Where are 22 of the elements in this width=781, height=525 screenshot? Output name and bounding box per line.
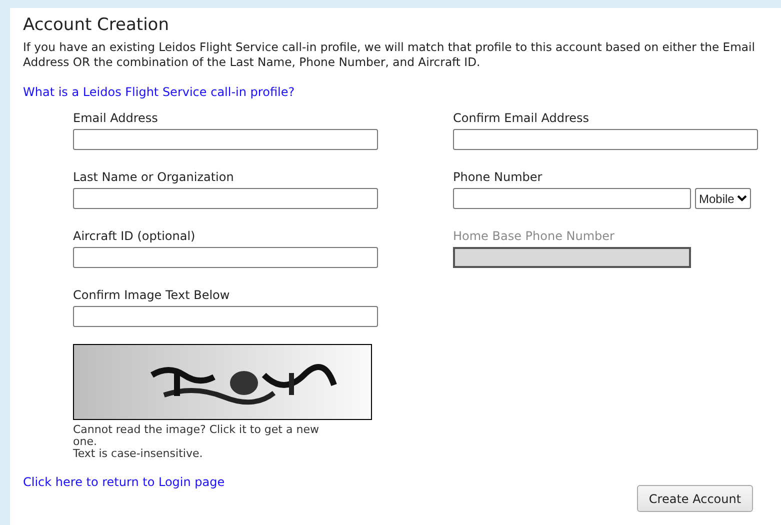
caret-icon	[737, 195, 748, 202]
captcha-hint: Cannot read the image? Click it to get a new one.	[73, 424, 320, 448]
login-link[interactable]: Click here to return to Login page	[23, 475, 225, 489]
captcha-hint: Text is case-insensitive.	[73, 448, 204, 460]
field-label: Email Address	[73, 111, 158, 126]
input-field[interactable]	[73, 188, 378, 209]
field-label: Confirm Email Address	[453, 111, 590, 126]
input-field[interactable]	[73, 247, 378, 268]
intro-text: If you have an existing Leidos Flight Service call-in profile, we will match that profile to this account based on either the Email Address OR the combination of the Last Name, Phone Number, and Aircraft ID.	[23, 40, 756, 70]
input-field[interactable]	[453, 188, 691, 209]
input-field[interactable]	[73, 306, 378, 327]
field-label: Phone Number	[453, 170, 542, 185]
page-title: Account Creation	[23, 14, 169, 35]
input-field[interactable]	[73, 129, 378, 150]
field-label: Home Base Phone Number	[453, 229, 614, 244]
field-label: Confirm Image Text Below	[73, 288, 230, 303]
field-label: Last Name or Organization	[73, 170, 234, 185]
field-label: Aircraft ID (optional)	[73, 229, 196, 244]
help-link[interactable]: What is a Leidos Flight Service call-in profile?	[23, 85, 295, 99]
create-account-button[interactable]: Create Account	[637, 485, 753, 512]
phone-type-select[interactable]: Mobile	[695, 188, 752, 209]
input-field[interactable]	[453, 129, 758, 150]
